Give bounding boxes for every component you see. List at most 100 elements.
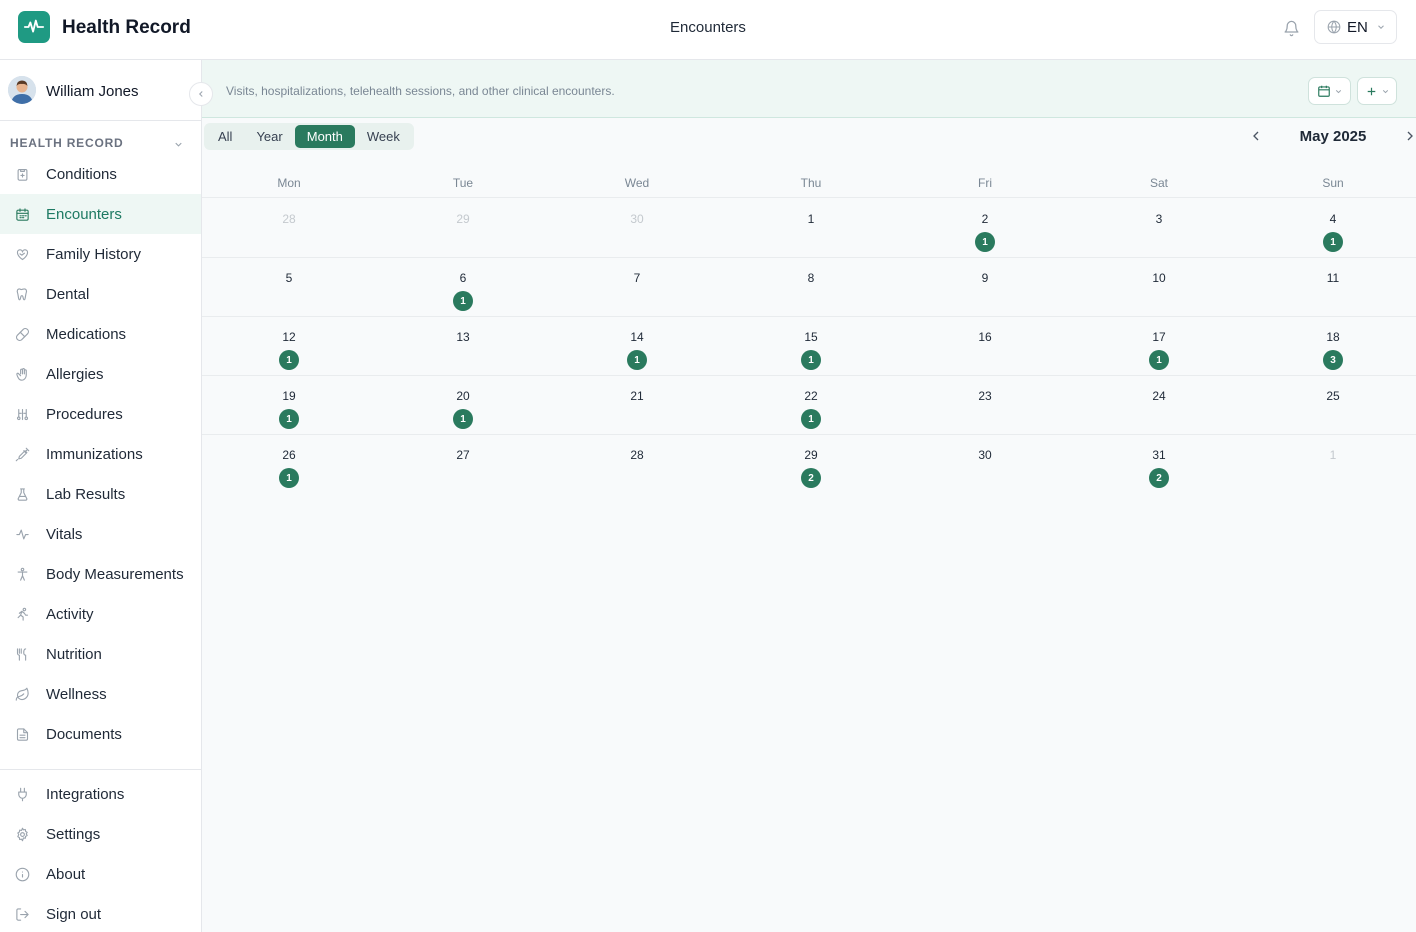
encounter-count-badge[interactable]: 2 xyxy=(801,468,821,488)
calendar-day-cell[interactable]: 18 3 xyxy=(1273,317,1393,375)
tab-week[interactable]: Week xyxy=(355,125,412,148)
section-header-health-record[interactable]: HEALTH RECORD xyxy=(10,136,190,150)
calendar-day-cell[interactable]: 23 xyxy=(925,376,1045,434)
add-encounter-button[interactable] xyxy=(1357,77,1397,105)
calendar-day-cell[interactable]: 25 xyxy=(1273,376,1393,434)
calendar-day-cell[interactable]: 24 xyxy=(1099,376,1219,434)
calendar-day-cell[interactable]: 27 xyxy=(403,435,523,493)
weekday-label: Sat xyxy=(1149,176,1168,190)
encounter-count-badge[interactable]: 1 xyxy=(975,232,995,252)
encounter-count-badge[interactable]: 1 xyxy=(801,350,821,370)
encounter-count-badge[interactable]: 1 xyxy=(1323,232,1343,252)
calendar-day-cell[interactable]: 30 xyxy=(577,199,697,257)
day-number: 7 xyxy=(633,271,641,285)
day-number: 16 xyxy=(978,330,992,344)
calendar-day-cell[interactable]: 17 1 xyxy=(1099,317,1219,375)
encounter-count-badge[interactable]: 2 xyxy=(1149,468,1169,488)
calendar-day-cell[interactable]: 20 1 xyxy=(403,376,523,434)
sidebar-item-allergies[interactable]: Allergies xyxy=(0,354,201,394)
language-label: EN xyxy=(1347,18,1368,36)
calendar-day-cell[interactable]: 22 1 xyxy=(751,376,871,434)
previous-month-button[interactable] xyxy=(1248,128,1264,144)
encounter-count-badge[interactable]: 1 xyxy=(453,409,473,429)
calendar-day-cell[interactable]: 15 1 xyxy=(751,317,871,375)
bell-icon[interactable] xyxy=(1280,17,1302,39)
sidebar-item-lab-results[interactable]: Lab Results xyxy=(0,474,201,514)
sidebar-item-activity[interactable]: Activity xyxy=(0,594,201,634)
sidebar-item-immunizations[interactable]: Immunizations xyxy=(0,434,201,474)
calendar-week-row: 28 29 30 1 2 1 3 4 1 xyxy=(202,199,1416,258)
sidebar-item-family-history[interactable]: Family History xyxy=(0,234,201,274)
sidebar-item-procedures[interactable]: Procedures xyxy=(0,394,201,434)
calendar-day-cell[interactable]: 30 xyxy=(925,435,1045,493)
sidebar-item-nutrition[interactable]: Nutrition xyxy=(0,634,201,674)
calendar-day-cell[interactable]: 26 1 xyxy=(229,435,349,493)
calendar-day-cell[interactable]: 29 xyxy=(403,199,523,257)
sidebar-item-vitals[interactable]: Vitals xyxy=(0,514,201,554)
calendar-day-cell[interactable]: 61 xyxy=(403,258,523,316)
calendar-day-cell[interactable]: 12 1 xyxy=(229,317,349,375)
calendar-day-cell[interactable]: 31 2 xyxy=(1099,435,1219,493)
sidebar-item-label: Family History xyxy=(46,246,142,263)
language-selector[interactable]: EN xyxy=(1314,10,1397,44)
calendar-day-cell[interactable]: 1 xyxy=(751,199,871,257)
calendar-day-cell[interactable]: 11 xyxy=(1273,258,1393,316)
calendar-day-cell[interactable]: 41 xyxy=(1273,199,1393,257)
tooth-icon xyxy=(14,286,30,302)
chevron-down-icon[interactable] xyxy=(173,137,184,155)
day-number: 1 xyxy=(1329,448,1337,462)
sidebar-item-label: Nutrition xyxy=(46,646,102,663)
calendar-day-cell[interactable]: 21 xyxy=(925,199,1045,257)
encounter-count-badge[interactable]: 1 xyxy=(453,291,473,311)
calendar-day-cell[interactable]: 28 xyxy=(229,199,349,257)
day-number: 4 xyxy=(1329,212,1337,226)
calendar-day-cell[interactable]: 3 xyxy=(1099,199,1219,257)
encounter-count-badge[interactable]: 3 xyxy=(1323,350,1343,370)
calendar-day-cell[interactable]: 5 xyxy=(229,258,349,316)
next-month-button[interactable] xyxy=(1402,128,1416,144)
date-picker-button[interactable] xyxy=(1308,77,1351,105)
calendar-day-cell[interactable]: 14 1 xyxy=(577,317,697,375)
encounter-count-badge[interactable]: 1 xyxy=(801,409,821,429)
calendar-day-cell[interactable]: 19 1 xyxy=(229,376,349,434)
calendar-day-cell[interactable]: 13 xyxy=(403,317,523,375)
day-number: 26 xyxy=(282,448,296,462)
encounter-count-badge[interactable]: 1 xyxy=(279,409,299,429)
sidebar-item-medications[interactable]: Medications xyxy=(0,314,201,354)
day-number: 14 xyxy=(630,330,644,344)
sidebar-item-settings[interactable]: Settings xyxy=(0,814,201,854)
calendar-day-cell[interactable]: 8 xyxy=(751,258,871,316)
user-profile[interactable]: William Jones xyxy=(0,60,201,121)
calendar-day-cell[interactable]: 9 xyxy=(925,258,1045,316)
day-number: 29 xyxy=(804,448,818,462)
collapse-sidebar-button[interactable] xyxy=(189,82,213,106)
calendar-day-cell[interactable]: 21 xyxy=(577,376,697,434)
sidebar-item-integrations[interactable]: Integrations xyxy=(0,774,201,814)
calendar-day-cell[interactable]: 16 xyxy=(925,317,1045,375)
encounter-count-badge[interactable]: 1 xyxy=(279,350,299,370)
sidebar-item-wellness[interactable]: Wellness xyxy=(0,674,201,714)
calendar-day-cell[interactable]: 10 xyxy=(1099,258,1219,316)
encounter-count-badge[interactable]: 1 xyxy=(1149,350,1169,370)
sidebar-item-body-measurements[interactable]: Body Measurements xyxy=(0,554,201,594)
running-icon xyxy=(14,606,30,622)
encounter-count-badge[interactable]: 1 xyxy=(627,350,647,370)
calendar-day-cell[interactable]: 29 2 xyxy=(751,435,871,493)
sidebar-item-conditions[interactable]: Conditions xyxy=(0,154,201,194)
calendar-day-cell[interactable]: 1 xyxy=(1273,435,1393,493)
calendar-day-cell[interactable]: 7 xyxy=(577,258,697,316)
sidebar-item-dental[interactable]: Dental xyxy=(0,274,201,314)
day-number: 17 xyxy=(1152,330,1166,344)
sidebar-item-label: Allergies xyxy=(46,366,104,383)
encounter-count-badge[interactable]: 1 xyxy=(279,468,299,488)
tab-year[interactable]: Year xyxy=(244,125,294,148)
sidebar-item-documents[interactable]: Documents xyxy=(0,714,201,754)
calendar-day-cell[interactable]: 28 xyxy=(577,435,697,493)
tab-month[interactable]: Month xyxy=(294,125,355,148)
weekday-label: Mon xyxy=(277,176,301,190)
sidebar-item-about[interactable]: About xyxy=(0,854,201,894)
sidebar-item-sign-out[interactable]: Sign out xyxy=(0,894,201,932)
tab-all[interactable]: All xyxy=(206,125,244,148)
sidebar-item-label: Sign out xyxy=(46,906,102,923)
sidebar-item-encounters[interactable]: Encounters xyxy=(0,194,201,234)
